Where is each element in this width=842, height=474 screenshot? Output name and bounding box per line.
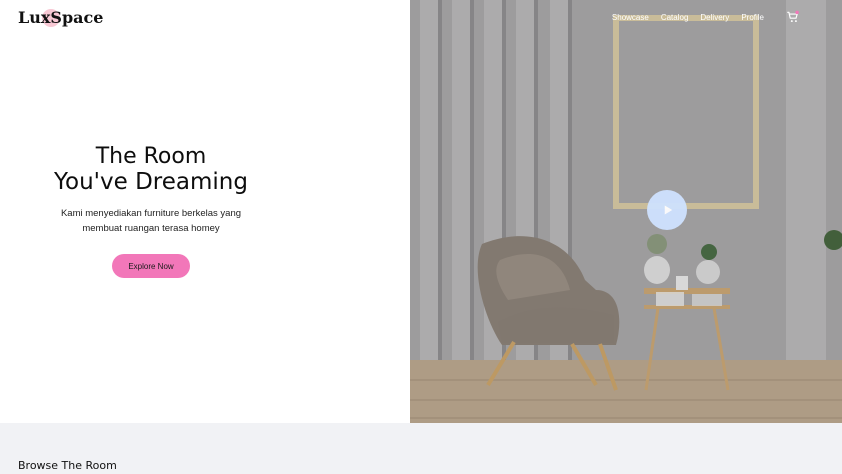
hero-description: Kami menyediakan furniture berkelas yang… [0,206,302,236]
browse-title: Browse The Room [18,459,117,472]
brand-logo[interactable]: LuxSpace [18,8,103,27]
nav-showcase[interactable]: Showcase [612,13,649,22]
cart-icon[interactable] [786,10,800,24]
explore-now-button[interactable]: Explore Now [112,254,190,278]
room-illustration [410,0,842,423]
cart-icon-svg [787,10,799,23]
hero-title-line1: The Room [95,144,207,169]
hero-description-line1: Kami menyediakan furniture berkelas yang [60,208,242,219]
nav-catalog[interactable]: Catalog [661,13,689,22]
hero-left-panel: LuxSpace The Room You've Dreaming Kami m… [0,0,410,423]
nav-delivery[interactable]: Delivery [700,13,729,22]
hero-photo [410,0,842,423]
browse-section [0,423,842,474]
play-icon [664,205,673,215]
nav-profile[interactable]: Profile [741,13,764,22]
hero-description-line2: membuat ruangan terasa homey [82,223,220,234]
hero-title-line2: You've Dreaming [54,169,248,195]
play-button[interactable] [647,190,687,230]
top-nav: Showcase Catalog Delivery Profile [612,13,764,22]
